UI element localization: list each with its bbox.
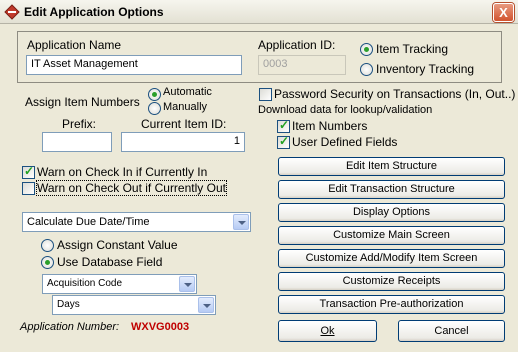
- warn-check-in-label: Warn on Check In if Currently In: [37, 165, 208, 179]
- database-field-select-value: Acquisition Code: [47, 278, 123, 289]
- use-database-field-label: Use Database Field: [57, 255, 163, 269]
- cancel-button-label: Cancel: [434, 325, 469, 337]
- password-security-label: Password Security on Transactions (In, O…: [274, 87, 516, 101]
- transaction-pre-authorization-button[interactable]: Transaction Pre-authorization: [278, 295, 505, 314]
- chevron-down-icon: [233, 214, 249, 230]
- display-options-button[interactable]: Display Options: [278, 203, 505, 222]
- inventory-tracking-label: Inventory Tracking: [376, 62, 475, 76]
- item-tracking-label: Item Tracking: [376, 42, 449, 56]
- automatic-radio[interactable]: [148, 88, 161, 101]
- chevron-down-icon: [179, 276, 195, 292]
- application-name-label: Application Name: [27, 38, 122, 52]
- warn-check-out-checkbox[interactable]: [22, 182, 35, 195]
- chevron-down-icon: [198, 297, 214, 313]
- edit-item-structure-button[interactable]: Edit Item Structure: [278, 157, 505, 176]
- warn-check-in-checkbox[interactable]: [22, 164, 35, 179]
- close-button[interactable]: X: [493, 3, 514, 22]
- item-tracking-radio[interactable]: [360, 43, 373, 56]
- application-id-input: 0003: [258, 55, 346, 75]
- current-item-id-input[interactable]: 1: [121, 132, 245, 152]
- cancel-button[interactable]: Cancel: [398, 320, 505, 342]
- edit-transaction-structure-button[interactable]: Edit Transaction Structure: [278, 180, 505, 199]
- user-defined-fields-checkbox[interactable]: [277, 134, 290, 149]
- current-item-id-label: Current Item ID:: [141, 117, 227, 131]
- application-id-label: Application ID:: [258, 38, 336, 52]
- download-data-label: Download data for lookup/validation: [258, 104, 433, 116]
- application-number-value: WXVG0003: [131, 321, 190, 333]
- customize-add-modify-item-screen-button[interactable]: Customize Add/Modify Item Screen: [278, 249, 505, 268]
- application-number-label: Application Number:: [20, 321, 120, 333]
- warn-check-out-label: Warn on Check Out if Currently Out: [36, 180, 227, 196]
- automatic-label: Automatic: [163, 86, 212, 98]
- app-diamond-icon: [4, 4, 20, 20]
- window-title: Edit Application Options: [24, 5, 164, 19]
- assign-constant-radio[interactable]: [41, 239, 54, 252]
- duration-unit-select-value: Days: [57, 299, 80, 310]
- prefix-label: Prefix:: [62, 117, 97, 131]
- due-date-select-value: Calculate Due Date/Time: [27, 216, 150, 228]
- manually-label: Manually: [163, 101, 208, 113]
- manually-radio[interactable]: [148, 102, 161, 115]
- ok-button-label: Ok: [320, 325, 335, 337]
- inventory-tracking-radio[interactable]: [360, 63, 373, 76]
- password-security-checkbox[interactable]: [259, 88, 272, 101]
- customize-main-screen-button[interactable]: Customize Main Screen: [278, 226, 505, 245]
- prefix-input[interactable]: [42, 132, 112, 152]
- item-numbers-checkbox[interactable]: [277, 118, 290, 133]
- item-numbers-label: Item Numbers: [292, 119, 368, 133]
- ok-button[interactable]: Ok: [278, 320, 377, 342]
- assign-item-numbers-label: Assign Item Numbers: [25, 95, 140, 109]
- user-defined-fields-label: User Defined Fields: [292, 135, 398, 149]
- due-date-select[interactable]: Calculate Due Date/Time: [22, 212, 251, 232]
- use-database-field-radio[interactable]: [41, 256, 54, 269]
- duration-unit-select[interactable]: Days: [52, 295, 216, 315]
- application-name-input[interactable]: IT Asset Management: [26, 55, 242, 75]
- customize-receipts-button[interactable]: Customize Receipts: [278, 272, 505, 291]
- database-field-select[interactable]: Acquisition Code: [42, 274, 197, 294]
- assign-constant-label: Assign Constant Value: [57, 238, 178, 252]
